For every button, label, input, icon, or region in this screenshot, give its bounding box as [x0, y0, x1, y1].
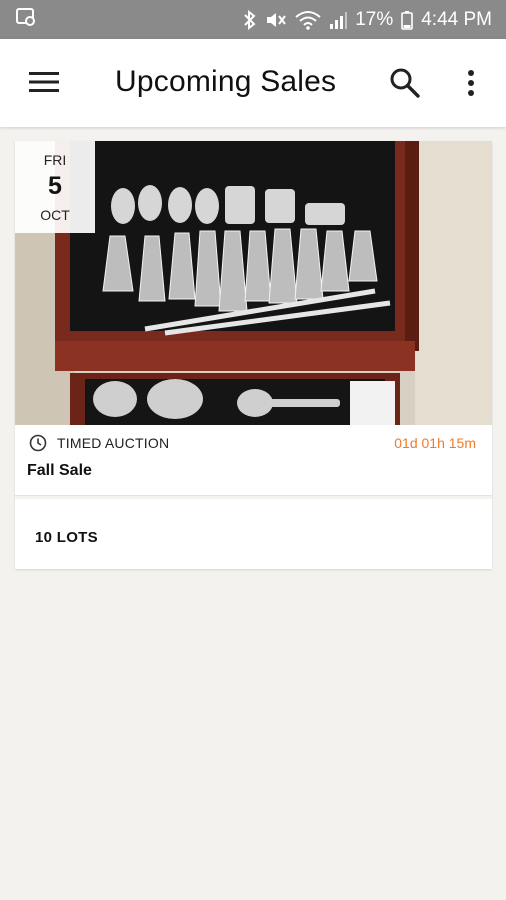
signal-icon: [329, 10, 348, 30]
date-number: 5: [48, 172, 62, 200]
search-icon: [390, 68, 420, 98]
menu-button[interactable]: [28, 69, 60, 95]
more-options-button[interactable]: [461, 67, 481, 101]
app-bar: Upcoming Sales: [0, 39, 506, 127]
search-button[interactable]: [388, 66, 422, 100]
sale-type: TIMED AUCTION: [57, 435, 170, 451]
bluetooth-icon: [243, 9, 257, 30]
sale-name[interactable]: Fall Sale: [27, 462, 92, 480]
countdown-timer: 01d 01h 15m: [394, 435, 476, 451]
status-right: 17% 4:44 PM: [243, 9, 492, 31]
menu-icon: [29, 72, 59, 92]
more-vert-icon: [468, 70, 474, 96]
page-title: Upcoming Sales: [115, 65, 337, 98]
status-time: 4:44 PM: [421, 8, 492, 30]
lots-button[interactable]: 10 LOTS: [15, 496, 492, 569]
status-left: [16, 7, 36, 32]
cast-icon: [16, 7, 36, 32]
mute-icon: [265, 10, 287, 30]
sale-card[interactable]: FRI 5 OCT TIMED AUCTION 01d 01h 15m Fall…: [15, 141, 492, 569]
wifi-icon: [295, 10, 321, 30]
lots-count: 10 LOTS: [35, 529, 98, 546]
date-month: OCT: [40, 207, 70, 223]
sale-meta: TIMED AUCTION 01d 01h 15m Fall Sale: [15, 425, 492, 496]
date-day: FRI: [43, 152, 67, 168]
sale-image[interactable]: FRI 5 OCT: [15, 141, 492, 425]
battery-icon: [401, 10, 414, 30]
status-bar: 17% 4:44 PM: [0, 0, 506, 39]
battery-percent: 17%: [355, 8, 394, 30]
date-badge: FRI 5 OCT: [15, 141, 95, 233]
clock-icon: [29, 434, 47, 452]
